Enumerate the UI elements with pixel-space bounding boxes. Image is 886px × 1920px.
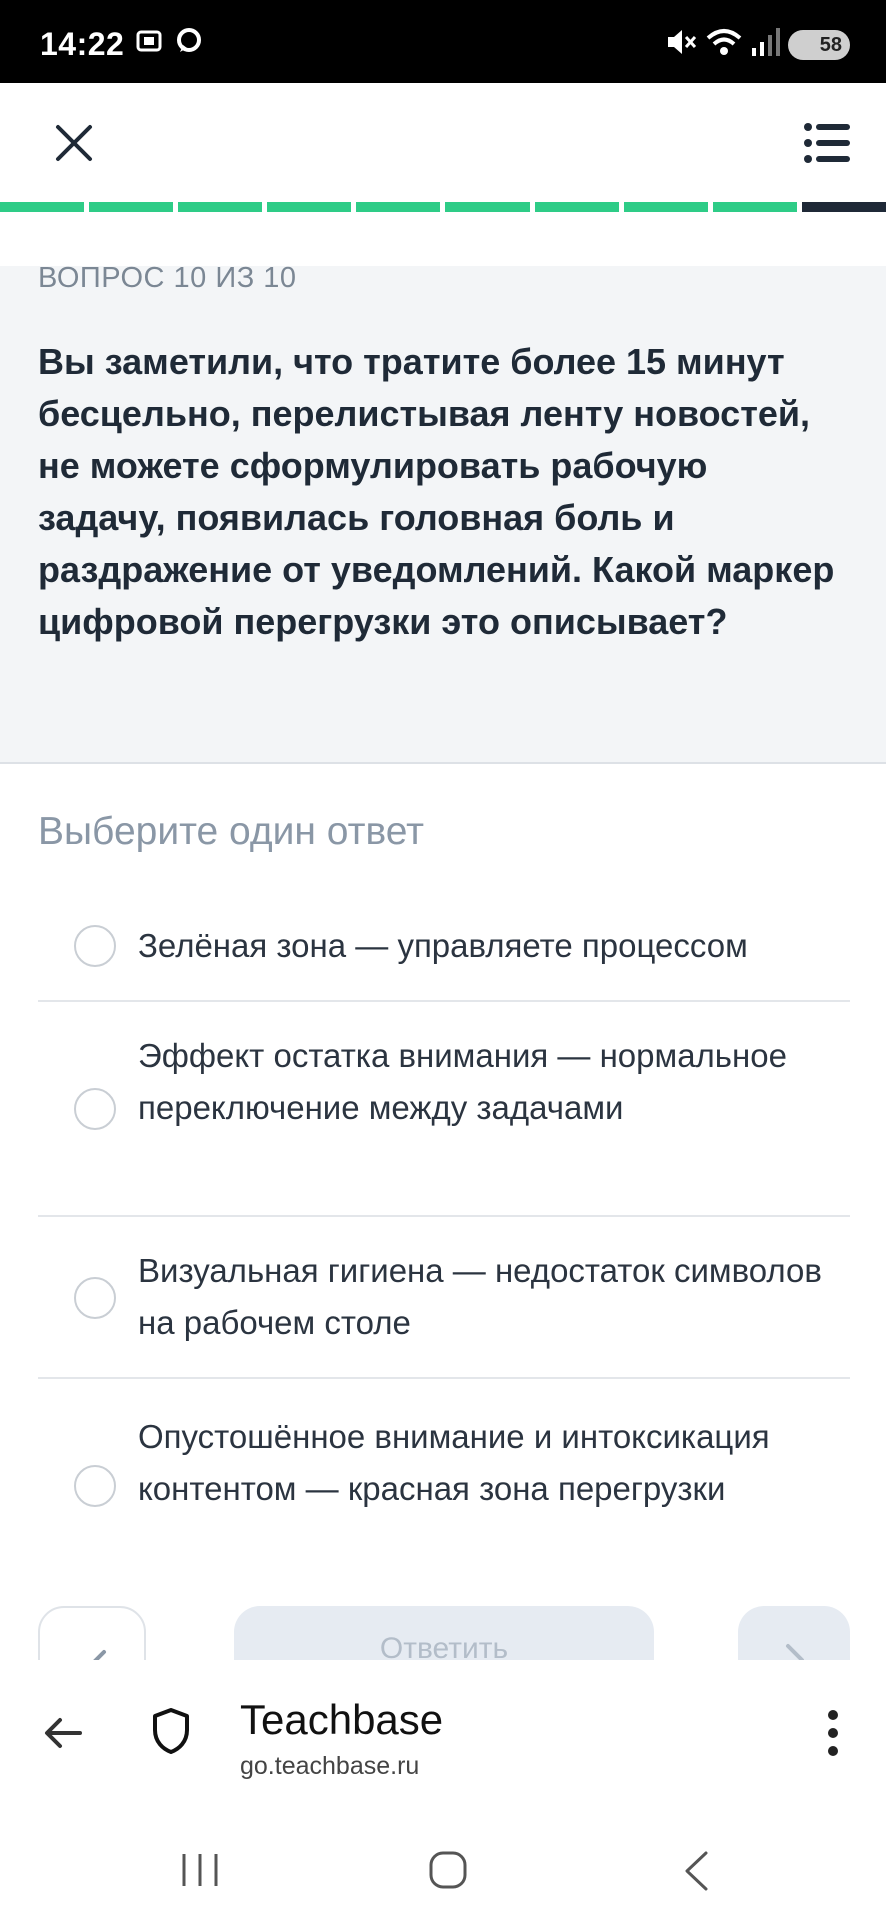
progress-segment-4 bbox=[267, 202, 352, 212]
radio-button[interactable] bbox=[74, 1088, 116, 1130]
quiz-progress-bar bbox=[0, 202, 886, 212]
progress-segment-8 bbox=[623, 202, 708, 212]
radio-button[interactable] bbox=[74, 1465, 116, 1507]
quiz-action-bar: Ответить bbox=[0, 1578, 886, 1660]
progress-segment-6 bbox=[445, 202, 530, 212]
radio-button[interactable] bbox=[74, 1277, 116, 1319]
chevron-left-icon bbox=[685, 1851, 708, 1891]
browser-back-button[interactable] bbox=[40, 1710, 86, 1756]
answer-option-text: Опустошённое внимание и интоксикация кон… bbox=[138, 1418, 770, 1507]
progress-segment-10 bbox=[801, 202, 886, 212]
answer-option-3[interactable]: Визуальная гигиена — недостаток символов… bbox=[38, 1217, 850, 1379]
more-vertical-icon bbox=[828, 1710, 838, 1756]
home-icon bbox=[429, 1851, 467, 1889]
progress-segment-9 bbox=[712, 202, 797, 212]
site-security-button[interactable] bbox=[150, 1706, 192, 1756]
answer-option-4[interactable]: Опустошённое внимание и интоксикация кон… bbox=[38, 1379, 850, 1591]
radio-button[interactable] bbox=[74, 925, 116, 967]
system-navigation-bar bbox=[0, 1810, 886, 1920]
answer-option-text: Зелёная зона — управляете процессом bbox=[138, 927, 748, 964]
question-text: Вы заметили, что тратите более 15 минут … bbox=[38, 341, 835, 642]
home-button[interactable] bbox=[428, 1850, 468, 1890]
answer-option-text: Визуальная гигиена — недостаток символов… bbox=[138, 1252, 822, 1341]
site-url[interactable]: go.teachbase.ru bbox=[240, 1752, 419, 1781]
answer-option-text: Эффект остатка внимания — нормальное пер… bbox=[138, 1037, 787, 1126]
shield-icon bbox=[153, 1708, 189, 1754]
browser-toolbar: Teachbase go.teachbase.ru bbox=[0, 1660, 886, 1810]
status-bar: 14:22 58 bbox=[0, 0, 886, 83]
answer-option-1[interactable]: Зелёная зона — управляете процессом bbox=[38, 890, 850, 1002]
progress-segment-5 bbox=[356, 202, 441, 212]
progress-segment-1 bbox=[0, 202, 85, 212]
submit-answer-button[interactable]: Ответить bbox=[234, 1606, 654, 1660]
progress-segment-2 bbox=[89, 202, 174, 212]
question-counter: ВОПРОС 10 ИЗ 10 bbox=[38, 262, 297, 294]
signal-icon bbox=[750, 26, 782, 63]
close-button[interactable] bbox=[52, 121, 96, 165]
pencil-icon bbox=[93, 1650, 106, 1660]
edit-button[interactable] bbox=[38, 1606, 146, 1660]
answer-instruction: Выберите один ответ bbox=[38, 810, 425, 853]
recent-apps-icon bbox=[182, 1854, 218, 1886]
mute-icon bbox=[664, 26, 698, 63]
answer-option-2[interactable]: Эффект остатка внимания — нормальное пер… bbox=[38, 1002, 850, 1217]
battery-icon: 58 bbox=[788, 30, 850, 60]
question-panel: ВОПРОС 10 ИЗ 10 Вы заметили, что тратите… bbox=[0, 262, 886, 764]
system-back-button[interactable] bbox=[682, 1850, 710, 1892]
status-time: 14:22 bbox=[40, 26, 125, 62]
progress-segment-7 bbox=[534, 202, 619, 212]
close-icon bbox=[56, 125, 92, 161]
list-menu-icon bbox=[804, 123, 850, 163]
questions-menu-button[interactable] bbox=[804, 121, 850, 165]
quiz-header bbox=[0, 83, 886, 203]
chevron-right-icon bbox=[786, 1644, 804, 1660]
arrow-left-icon bbox=[45, 1718, 82, 1748]
screenshot-icon bbox=[134, 26, 164, 61]
site-title[interactable]: Teachbase bbox=[240, 1696, 443, 1744]
chat-icon bbox=[174, 26, 204, 61]
battery-level: 58 bbox=[819, 34, 842, 56]
browser-more-button[interactable] bbox=[826, 1708, 840, 1758]
recent-apps-button[interactable] bbox=[180, 1852, 220, 1888]
wifi-icon bbox=[704, 26, 744, 63]
progress-segment-3 bbox=[178, 202, 263, 212]
next-question-button[interactable] bbox=[738, 1606, 850, 1660]
